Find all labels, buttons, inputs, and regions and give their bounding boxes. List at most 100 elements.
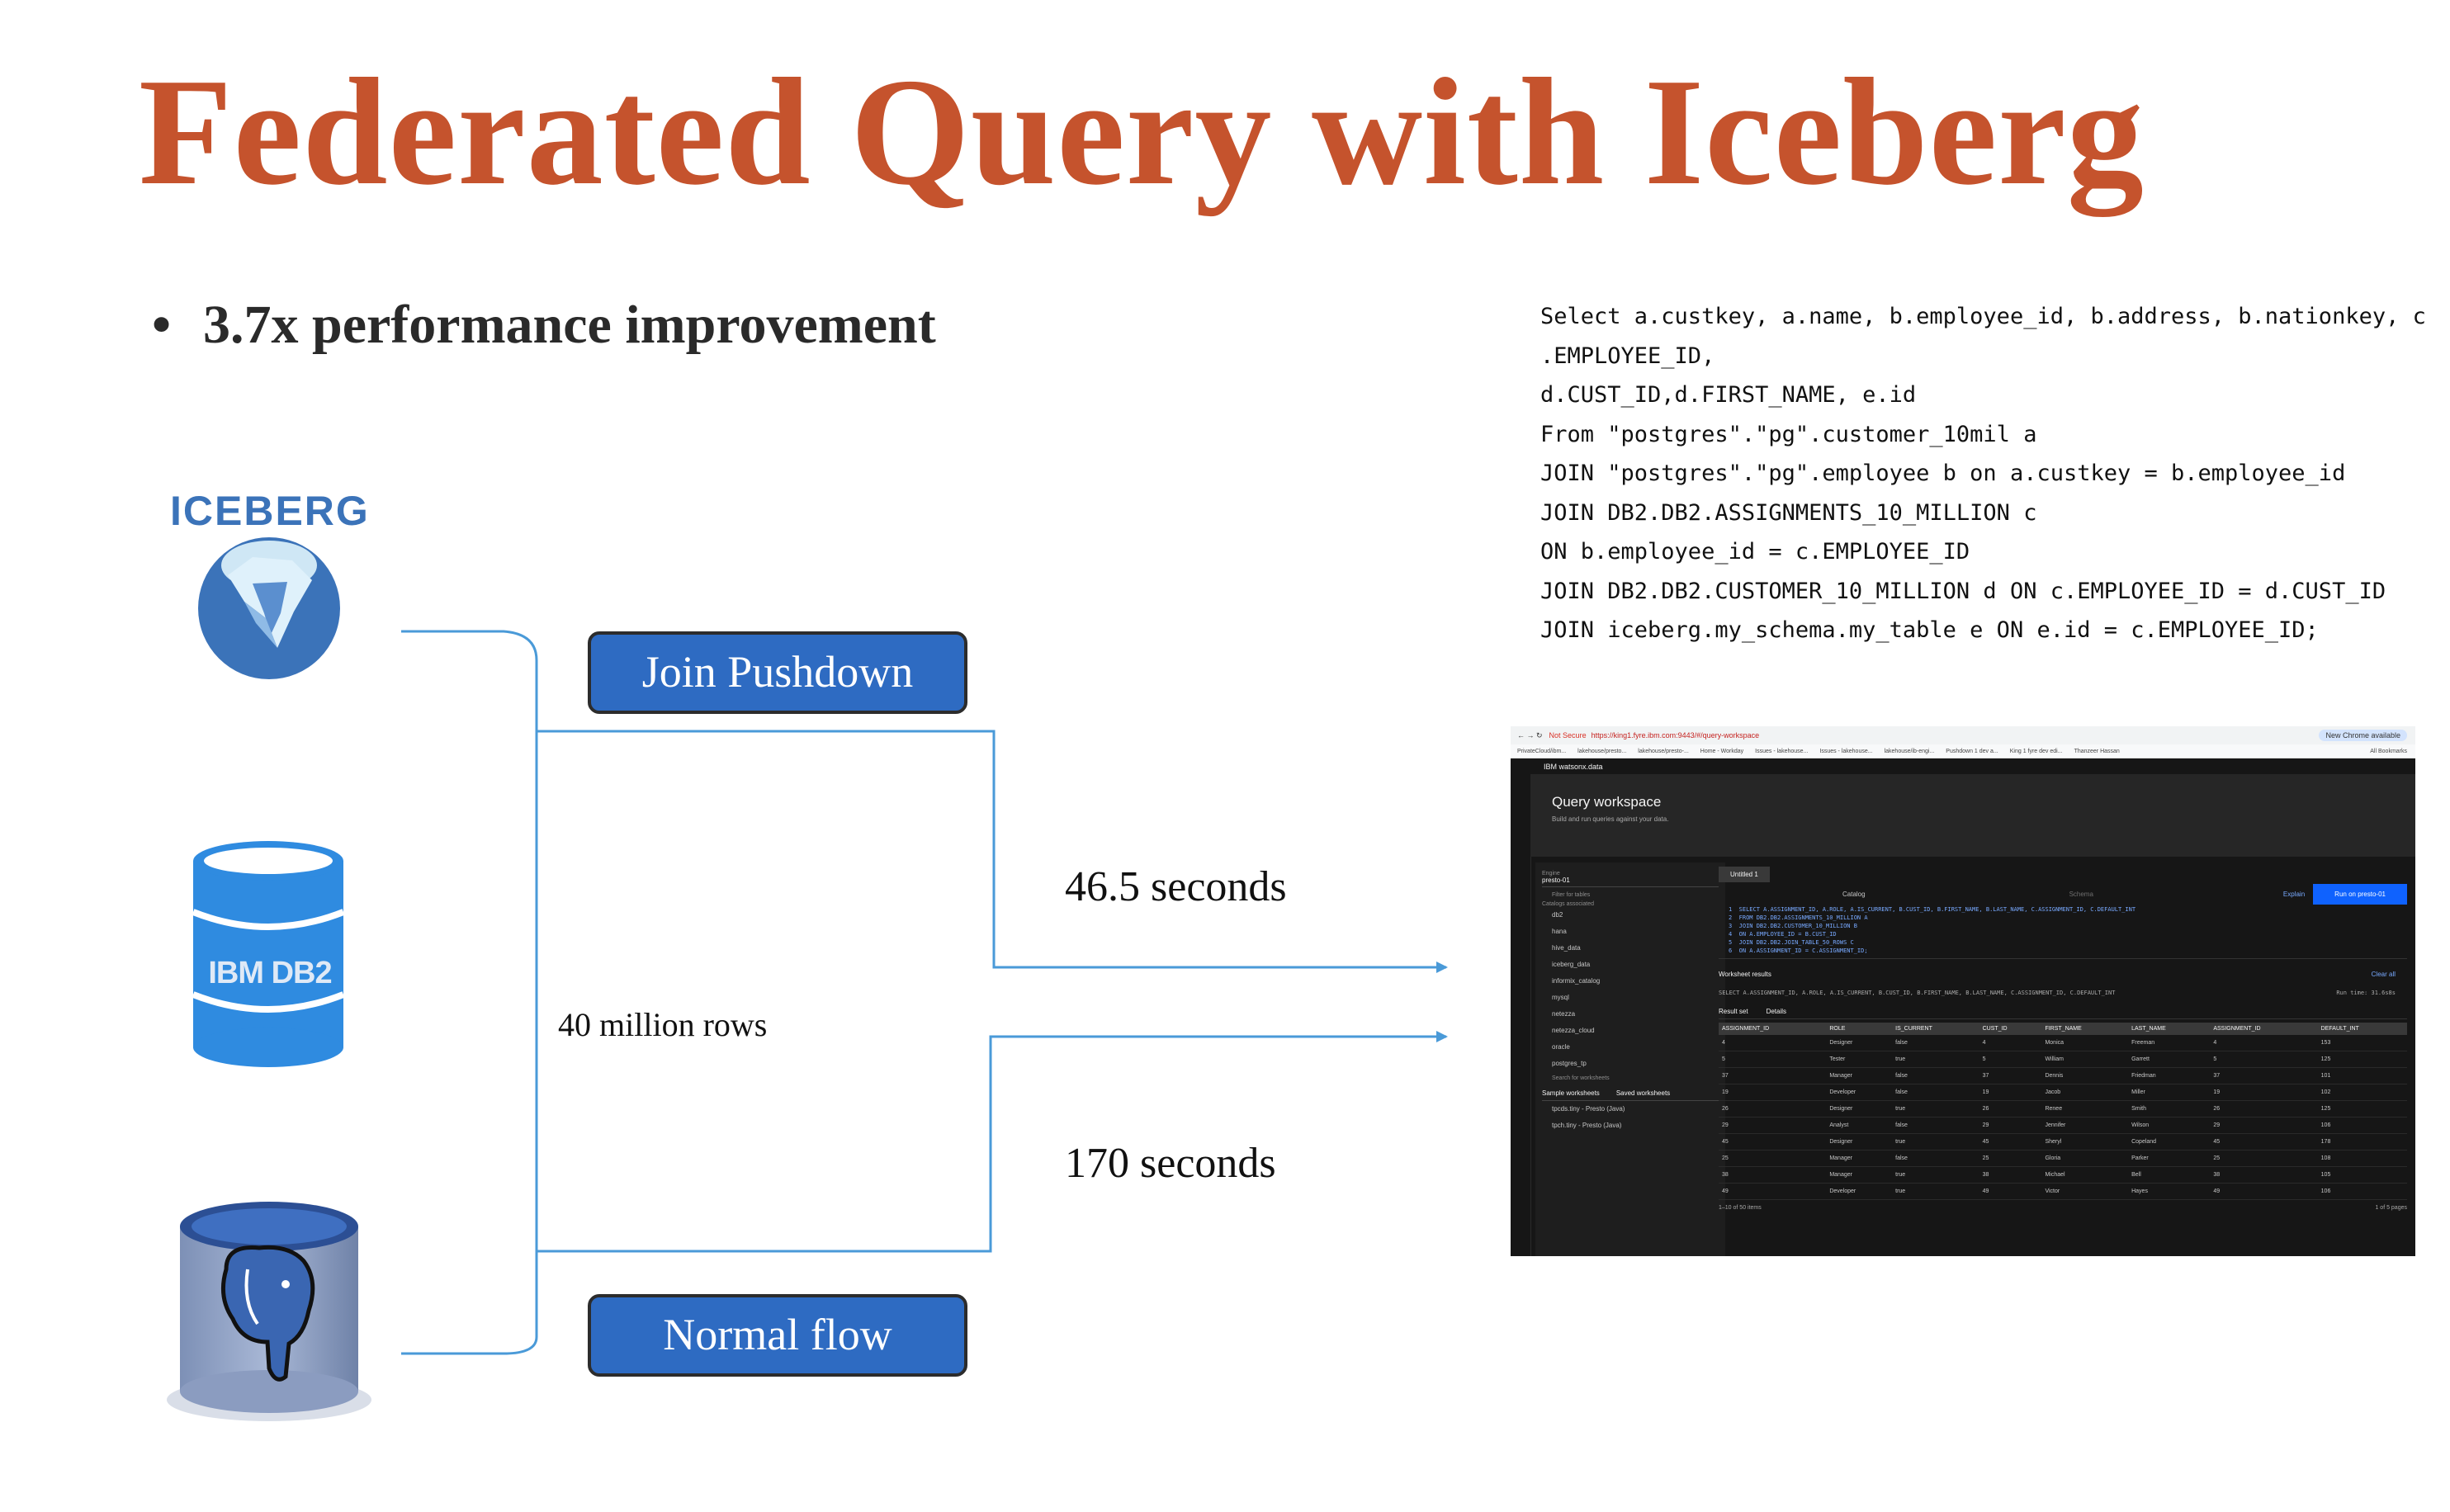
catalog-item[interactable]: postgres_tp: [1542, 1056, 1719, 1072]
table-cell: false: [1892, 1084, 1979, 1101]
worksheet-item[interactable]: tpch.tiny - Presto (Java): [1542, 1117, 1719, 1134]
clear-all-link[interactable]: Clear all: [2372, 971, 2396, 978]
column-header[interactable]: LAST_NAME: [2128, 1023, 2211, 1035]
catalog-item[interactable]: hive_data: [1542, 940, 1719, 957]
postgresql-database-icon: [167, 1202, 371, 1421]
row-count-label: 40 million rows: [558, 1006, 768, 1043]
table-cell: Monica: [2041, 1035, 2129, 1051]
result-tab[interactable]: Result set: [1719, 1008, 1748, 1015]
table-cell: false: [1892, 1035, 1979, 1051]
bookmark-item[interactable]: Issues - lakehouse...: [1819, 749, 1872, 754]
table-cell: Analyst: [1826, 1117, 1893, 1134]
column-header[interactable]: FIRST_NAME: [2041, 1023, 2129, 1035]
bookmark-item[interactable]: Thanzeer Hassan: [2074, 749, 2120, 754]
tab-untitled[interactable]: Untitled 1: [1719, 867, 1770, 882]
table-cell: 37: [1979, 1067, 2042, 1084]
table-cell: 106: [2317, 1183, 2407, 1200]
schema-select[interactable]: Schema: [2069, 891, 2093, 898]
worksheet-tabs: Sample worksheets Saved worksheets: [1542, 1086, 1719, 1101]
table-cell: 5: [1979, 1051, 2042, 1068]
iceberg-logo-text: ICEBERG: [170, 488, 370, 534]
column-header[interactable]: ROLE: [1826, 1023, 1893, 1035]
result-tab[interactable]: Details: [1767, 1008, 1786, 1015]
editor-area: Untitled 1 Catalog Schema Explain Run on…: [1719, 862, 2407, 1256]
bookmark-item[interactable]: Issues - lakehouse...: [1755, 749, 1808, 754]
bookmark-item[interactable]: lakehouse/presto-...: [1638, 749, 1688, 754]
url-text: https://king1.fyre.ibm.com:9443/#/query-…: [1591, 731, 1760, 739]
catalog-item[interactable]: netezza: [1542, 1006, 1719, 1023]
bookmark-item[interactable]: King 1 fyre dev edi...: [2010, 749, 2063, 754]
table-cell: Smith: [2128, 1100, 2211, 1117]
table-cell: 49: [1979, 1183, 2042, 1200]
table-cell: 37: [1719, 1067, 1827, 1084]
table-cell: 25: [2210, 1150, 2318, 1167]
table-cell: false: [1892, 1150, 1979, 1167]
result-query-text: SELECT A.ASSIGNMENT_ID, A.ROLE, A.IS_CUR…: [1719, 990, 2116, 996]
editor-line: 6 ON A.ASSIGNMENT_ID = C.ASSIGNMENT_ID;: [1729, 947, 1868, 954]
catalog-item[interactable]: hana: [1542, 924, 1719, 940]
engine-label: Engine: [1542, 871, 1560, 876]
column-header[interactable]: IS_CURRENT: [1892, 1023, 1979, 1035]
engine-select[interactable]: presto-01: [1542, 876, 1719, 887]
table-cell: 38: [1719, 1166, 1827, 1184]
worksheet-tab[interactable]: Saved worksheets: [1616, 1089, 1670, 1097]
run-button[interactable]: Run on presto-01: [2313, 883, 2407, 905]
table-row: 45 Designer true 45 Sheryl Copeland 45 178: [1719, 1133, 2407, 1151]
catalog-item[interactable]: iceberg_data: [1542, 957, 1719, 973]
bookmark-item[interactable]: Pushdown 1 dev a...: [1946, 749, 1998, 754]
catalog-select[interactable]: Catalog: [1719, 891, 1866, 898]
catalog-item[interactable]: mysql: [1542, 990, 1719, 1006]
table-cell: true: [1892, 1166, 1979, 1184]
iceberg-connector: [401, 630, 538, 1355]
column-header[interactable]: DEFAULT_INT: [2317, 1023, 2407, 1035]
table-cell: 38: [2210, 1166, 2318, 1184]
table-row: 19 Developer false 19 Jacob Miller 19 102: [1719, 1084, 2407, 1101]
join-pushdown-time: 46.5 seconds: [1065, 863, 1287, 910]
table-row: 4 Designer false 4 Monica Freeman 4 153: [1719, 1035, 2407, 1051]
data-panel: Engine presto-01 Filter for tables Catal…: [1535, 862, 1725, 1256]
table-cell: Tester: [1826, 1051, 1893, 1068]
table-cell: Manager: [1826, 1150, 1893, 1167]
catalog-item[interactable]: informix_catalog: [1542, 973, 1719, 990]
table-cell: 106: [2317, 1117, 2407, 1134]
table-row: 5 Tester true 5 William Garrett 5 125: [1719, 1051, 2407, 1068]
page-header: Query workspace Build and run queries ag…: [1530, 774, 2415, 857]
table-cell: 49: [2210, 1183, 2318, 1200]
table-cell: 5: [1719, 1051, 1827, 1068]
bookmark-item[interactable]: PrivateCloud/ibm...: [1517, 749, 1566, 754]
bookmark-item[interactable]: Home - Workday: [1700, 749, 1743, 754]
worksheet-search[interactable]: Search for worksheets: [1542, 1075, 1719, 1081]
table-cell: 19: [1719, 1084, 1827, 1101]
table-filter-input[interactable]: Filter for tables: [1542, 892, 1719, 898]
explain-button[interactable]: Explain: [2283, 891, 2305, 898]
worksheet-tab[interactable]: Sample worksheets: [1542, 1089, 1600, 1097]
editor-line: 3 JOIN DB2.DB2.CUSTOMER_10_MILLION B: [1729, 923, 1857, 929]
catalog-item[interactable]: db2: [1542, 907, 1719, 924]
column-header[interactable]: ASSIGNMENT_ID: [2210, 1023, 2318, 1035]
worksheet-list: tpcds.tiny - Presto (Java) tpch.tiny - Pr…: [1542, 1101, 1719, 1134]
sql-editor[interactable]: 1 SELECT A.ASSIGNMENT_ID, A.ROLE, A.IS_C…: [1719, 905, 2407, 959]
catalog-list: db2 hana hive_data iceberg_data informix_cat…: [1542, 907, 1719, 1072]
bookmark-item[interactable]: lakehouse/presto...: [1577, 749, 1626, 754]
page-number[interactable]: 1: [2375, 1205, 2378, 1211]
bookmark-item[interactable]: lakehouse/ib-engi...: [1885, 749, 1935, 754]
table-cell: 5: [2210, 1051, 2318, 1068]
table-cell: Wilson: [2128, 1117, 2211, 1134]
results-title: Worksheet results: [1719, 971, 1771, 978]
table-cell: 105: [2317, 1166, 2407, 1184]
new-chrome-badge: New Chrome available: [2319, 730, 2407, 741]
column-header[interactable]: ASSIGNMENT_ID: [1719, 1023, 1827, 1035]
table-row: 38 Manager true 38 Michael Bell 38 105: [1719, 1166, 2407, 1184]
worksheet-item[interactable]: tpcds.tiny - Presto (Java): [1542, 1101, 1719, 1117]
table-row: 29 Analyst false 29 Jennifer Wilson 29 106: [1719, 1117, 2407, 1134]
table-cell: Garrett: [2128, 1051, 2211, 1068]
catalog-item[interactable]: netezza_cloud: [1542, 1023, 1719, 1039]
catalog-item[interactable]: oracle: [1542, 1039, 1719, 1056]
all-bookmarks[interactable]: All Bookmarks: [2370, 749, 2407, 754]
table-cell: Michael: [2041, 1166, 2129, 1184]
table-cell: Sheryl: [2041, 1133, 2129, 1151]
normal-flow-path: [537, 1031, 1448, 1253]
table-cell: Designer: [1826, 1035, 1893, 1051]
column-header[interactable]: CUST_ID: [1979, 1023, 2042, 1035]
table-cell: Designer: [1826, 1133, 1893, 1151]
